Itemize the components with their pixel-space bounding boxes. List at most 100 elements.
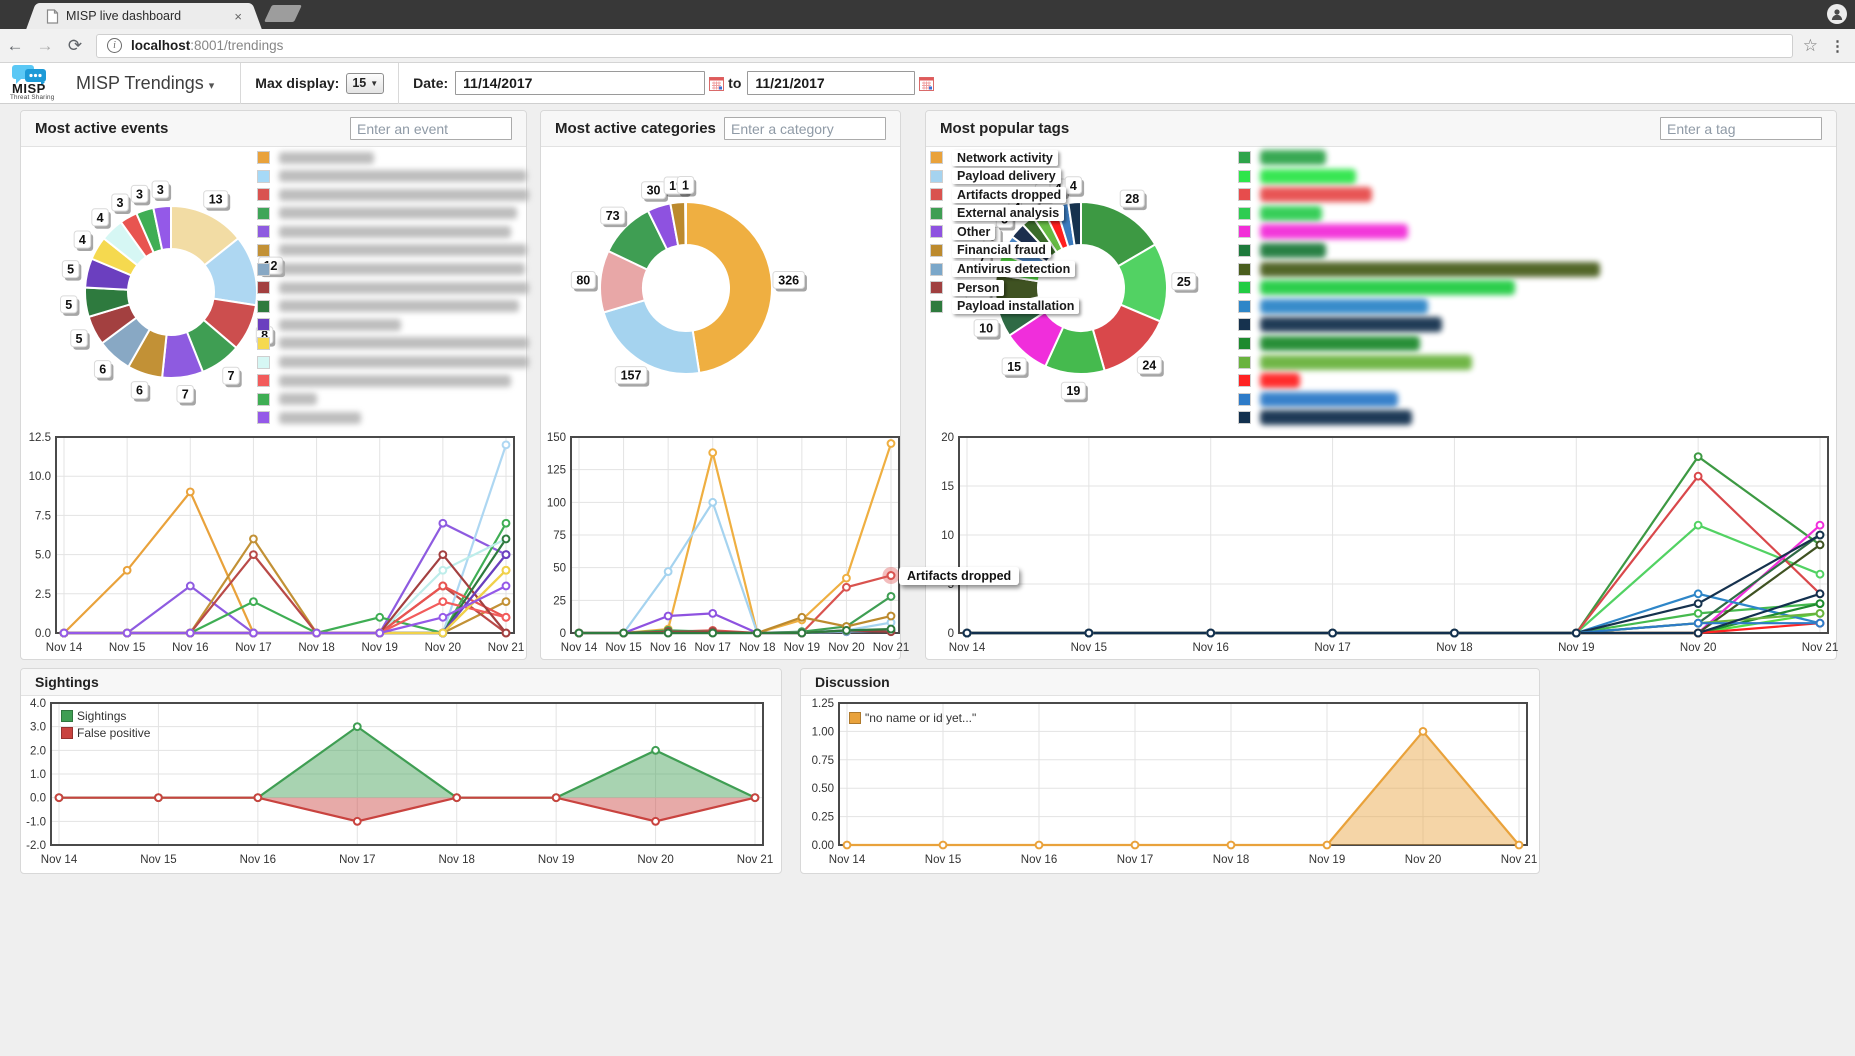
legend-swatch <box>849 712 861 724</box>
misp-logo[interactable]: MISP Threat Sharing <box>10 64 62 102</box>
tag-search-input[interactable] <box>1660 117 1822 140</box>
divider <box>240 63 241 104</box>
legend-item: Person <box>930 281 1079 294</box>
svg-text:28: 28 <box>1125 192 1139 206</box>
site-info-icon[interactable]: i <box>107 38 122 53</box>
legend-label: Network activity <box>952 150 1058 166</box>
panel-title: Most active events <box>35 120 168 137</box>
panel-discussion: Discussion "no name or id yet..." Nov 14… <box>800 668 1540 874</box>
svg-text:Nov 16: Nov 16 <box>1021 854 1057 866</box>
redacted-label <box>279 356 529 368</box>
redacted-tag-pill <box>1260 373 1300 388</box>
bookmark-star-icon[interactable]: ☆ <box>1803 36 1818 56</box>
app-header: MISP Threat Sharing MISP Trendings ▾ Max… <box>0 63 1855 104</box>
panel-header: Most popular tags <box>926 111 1836 147</box>
svg-text:Nov 18: Nov 18 <box>298 642 334 654</box>
svg-text:3: 3 <box>136 187 143 201</box>
legend-swatch <box>930 207 943 220</box>
date-from-input[interactable] <box>455 71 705 95</box>
tags-line-chart: Nov 14Nov 15Nov 16Nov 17Nov 18Nov 19Nov … <box>926 429 1838 661</box>
svg-text:2.5: 2.5 <box>35 589 51 601</box>
svg-text:Nov 21: Nov 21 <box>873 642 909 654</box>
svg-text:4.0: 4.0 <box>30 698 46 710</box>
legend-item <box>257 337 529 350</box>
legend-swatch <box>257 300 270 313</box>
categories-legend: Network activity Payload delivery Artifact… <box>930 151 1079 318</box>
chevron-down-icon: ▼ <box>370 79 378 88</box>
category-search-input[interactable] <box>724 117 886 140</box>
svg-text:Nov 15: Nov 15 <box>109 642 145 654</box>
legend-item <box>1238 244 1600 257</box>
svg-text:Nov 14: Nov 14 <box>949 642 986 654</box>
browser-menu-icon[interactable]: ⋮ <box>1830 37 1845 55</box>
svg-text:157: 157 <box>621 369 642 383</box>
legend-item: Payload delivery <box>930 170 1079 183</box>
svg-text:19: 19 <box>669 179 683 193</box>
svg-text:0.50: 0.50 <box>812 783 834 795</box>
legend-label: Person <box>952 280 1004 296</box>
svg-text:Nov 21: Nov 21 <box>1802 642 1838 654</box>
back-icon[interactable]: ← <box>0 36 30 56</box>
panel-sightings: Sightings SightingsFalse positive Nov 14… <box>20 668 782 874</box>
redacted-label <box>279 393 317 405</box>
calendar-icon[interactable] <box>709 76 724 91</box>
svg-text:3: 3 <box>157 183 164 197</box>
legend-item <box>1238 151 1600 164</box>
svg-text:Nov 19: Nov 19 <box>361 642 397 654</box>
legend-item <box>257 207 529 220</box>
redacted-label <box>279 152 374 164</box>
svg-text:0: 0 <box>560 628 566 640</box>
svg-text:Nov 15: Nov 15 <box>925 854 961 866</box>
legend-swatch <box>61 727 73 739</box>
svg-text:Nov 20: Nov 20 <box>1405 854 1441 866</box>
legend-item <box>1238 374 1600 387</box>
svg-text:10.0: 10.0 <box>29 471 51 483</box>
svg-text:0: 0 <box>948 628 954 640</box>
tab-close-icon[interactable]: × <box>234 9 242 24</box>
max-display-select[interactable]: 15▼ <box>346 73 384 94</box>
redacted-label <box>279 207 517 219</box>
misp-dashboard: MISP live dashboard × ← → ⟳ i localhost:… <box>0 0 1855 1056</box>
event-search-input[interactable] <box>350 117 512 140</box>
legend-swatch <box>1238 393 1251 406</box>
date-to-input[interactable] <box>747 71 915 95</box>
legend-swatch <box>1238 188 1251 201</box>
browser-avatar-icon[interactable] <box>1827 4 1847 24</box>
chart-tooltip: Artifacts dropped <box>899 567 1019 585</box>
svg-text:Nov 18: Nov 18 <box>739 642 775 654</box>
redacted-label <box>279 337 529 349</box>
nav-title-dropdown[interactable]: MISP Trendings ▾ <box>76 73 214 94</box>
calendar-icon[interactable] <box>919 76 934 91</box>
svg-text:12.5: 12.5 <box>29 432 51 444</box>
svg-text:Nov 20: Nov 20 <box>637 854 673 866</box>
legend-item <box>1238 356 1600 369</box>
browser-toolbar: ← → ⟳ i localhost:8001/trendings ☆ ⋮ <box>0 29 1855 63</box>
browser-tab[interactable]: MISP live dashboard × <box>38 3 250 29</box>
svg-text:1.00: 1.00 <box>812 726 834 738</box>
svg-text:Nov 18: Nov 18 <box>1436 642 1472 654</box>
legend-label: Artifacts dropped <box>952 187 1066 203</box>
new-tab-button[interactable] <box>264 5 302 22</box>
svg-text:Nov 19: Nov 19 <box>784 642 820 654</box>
legend-item <box>257 300 529 313</box>
svg-text:10: 10 <box>941 530 954 542</box>
svg-text:5: 5 <box>65 298 72 312</box>
panel-most-active-categories: Most active categories 326157807330191 N… <box>540 110 901 660</box>
redacted-tag-pill <box>1260 336 1420 351</box>
svg-text:0.75: 0.75 <box>812 755 834 767</box>
url-host: localhost <box>131 38 190 53</box>
forward-icon[interactable]: → <box>30 36 60 56</box>
reload-icon[interactable]: ⟳ <box>60 36 90 56</box>
url-bar[interactable]: i localhost:8001/trendings <box>96 34 1793 58</box>
legend-item <box>257 170 529 183</box>
redacted-tag-pill <box>1260 187 1372 202</box>
svg-text:Nov 19: Nov 19 <box>538 854 574 866</box>
redacted-label <box>279 263 525 275</box>
svg-text:Nov 21: Nov 21 <box>488 642 524 654</box>
redacted-label <box>279 300 519 312</box>
panel-header: Sightings <box>21 669 781 696</box>
legend-swatch <box>61 710 73 722</box>
legend-swatch <box>257 318 270 331</box>
panel-title: Discussion <box>815 674 890 690</box>
date-to-label: to <box>728 75 741 91</box>
